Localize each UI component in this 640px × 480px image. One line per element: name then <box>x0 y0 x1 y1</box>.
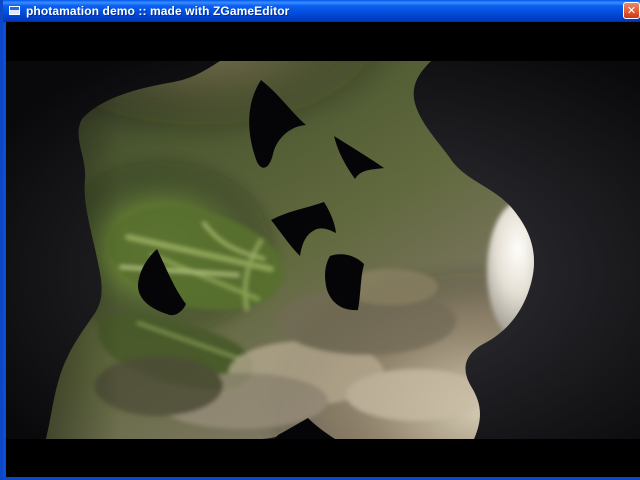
photo-animation-scene <box>6 61 640 439</box>
app-window-icon <box>9 6 20 15</box>
app-window: photamation demo :: made with ZGameEdito… <box>0 0 640 480</box>
window-title: photamation demo :: made with ZGameEdito… <box>26 4 290 18</box>
top-letterbox <box>6 22 640 61</box>
title-bar[interactable]: photamation demo :: made with ZGameEdito… <box>3 0 640 22</box>
close-button[interactable]: ✕ <box>623 2 640 19</box>
animated-photo-svg <box>6 61 640 439</box>
bottom-letterbox <box>6 439 640 477</box>
game-canvas[interactable] <box>6 22 640 477</box>
close-icon: ✕ <box>626 4 637 17</box>
